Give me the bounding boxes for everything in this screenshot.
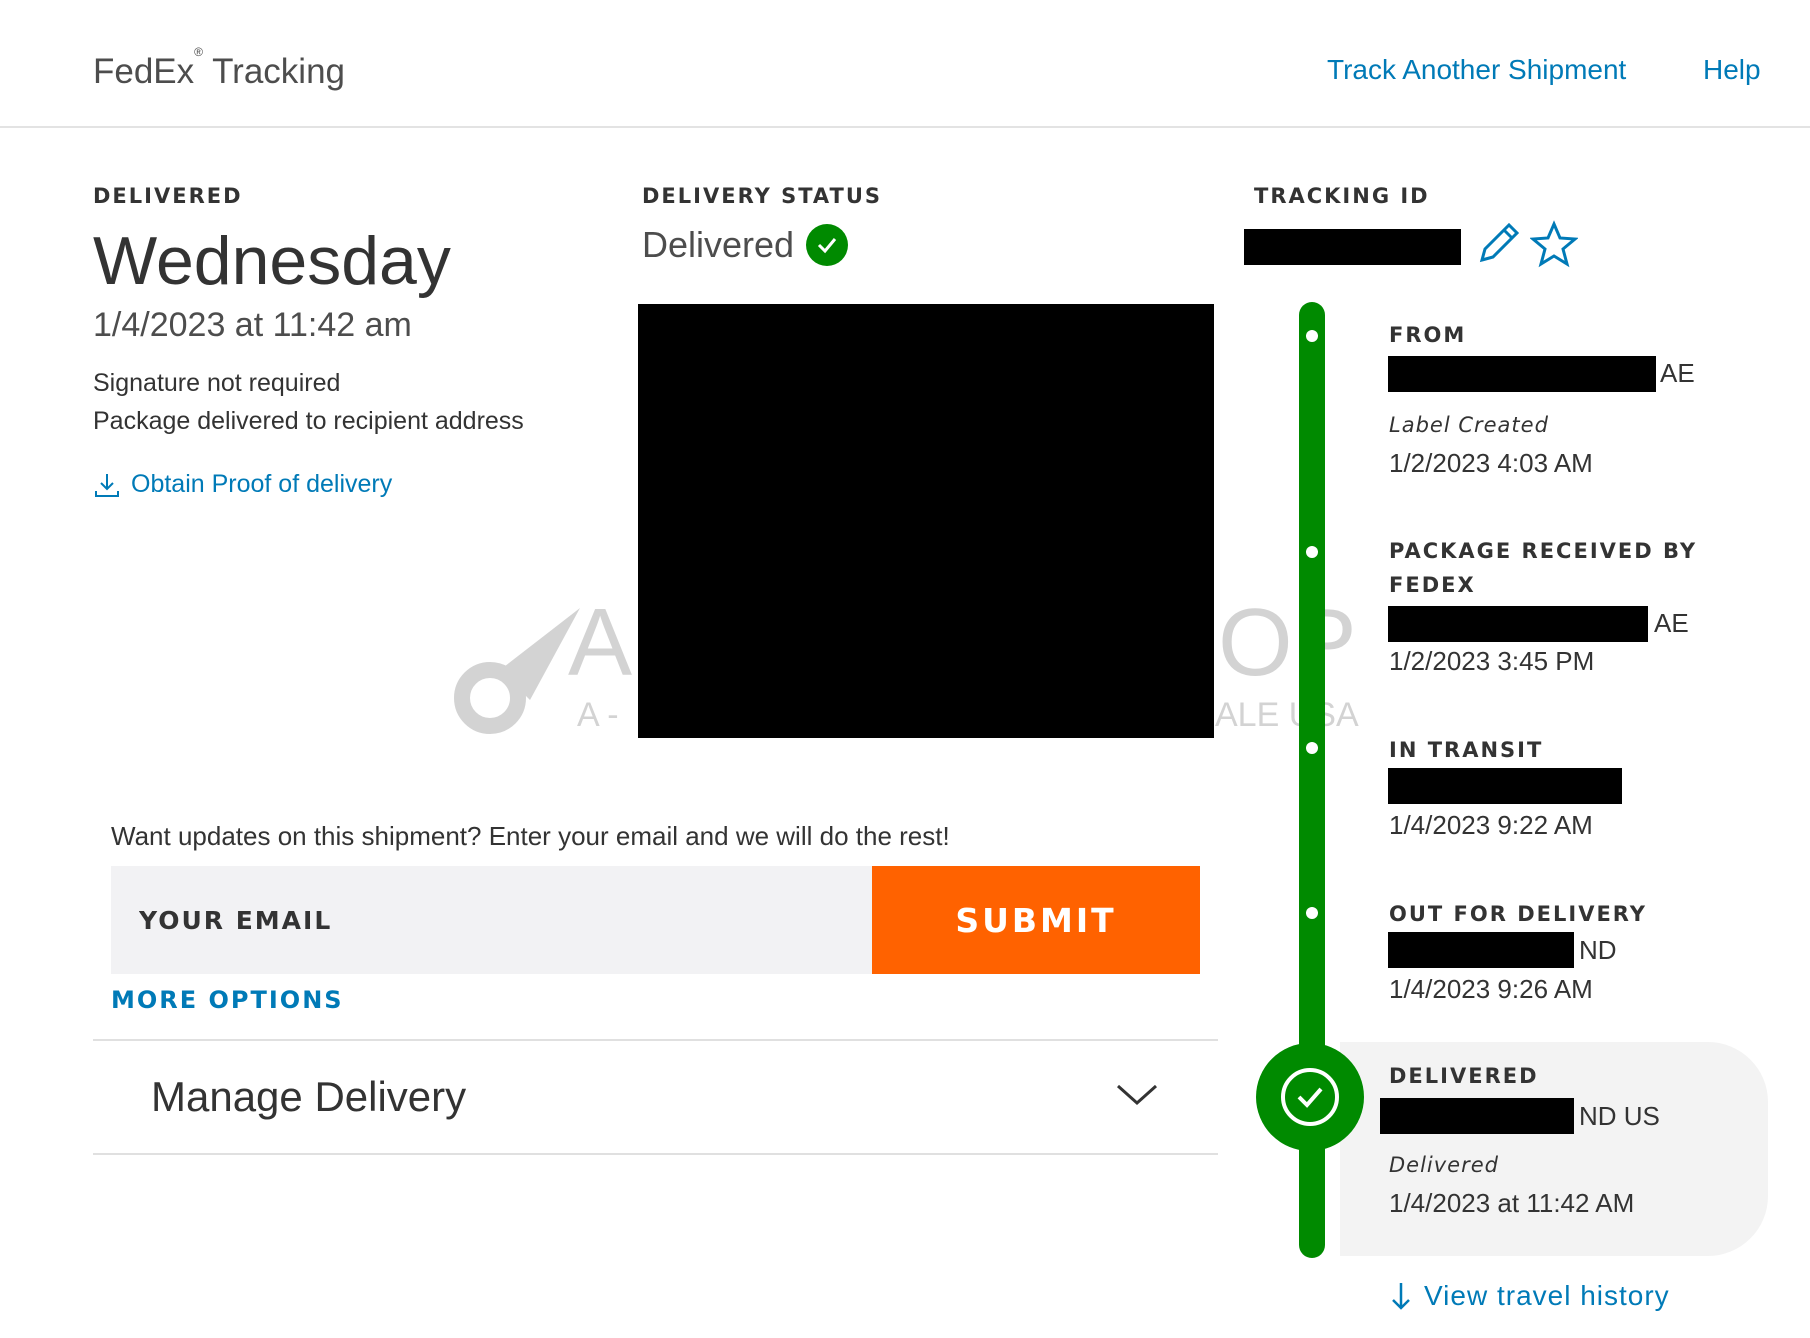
brand-title[interactable]: FedEx® Tracking — [93, 45, 346, 92]
event-status: Delivered — [1389, 1153, 1499, 1177]
email-updates-prompt: Want updates on this shipment? Enter you… — [111, 821, 950, 851]
manage-delivery-accordion[interactable]: Manage Delivery — [93, 1039, 1218, 1155]
brand-suffix: Tracking — [212, 52, 346, 91]
event-title-from: FROM — [1389, 323, 1467, 347]
delivery-status-eyebrow: DELIVERY STATUS — [642, 184, 883, 208]
check-circle-icon — [806, 224, 849, 266]
watermark-subtext-left: A - — [577, 696, 619, 734]
star-icon[interactable] — [1530, 220, 1578, 268]
event-title-received-line2: FEDEX — [1389, 573, 1476, 597]
watermark-text-right: OP — [1218, 589, 1357, 696]
event-title-received-line1: PACKAGE RECEIVED BY — [1389, 539, 1698, 563]
delivered-eyebrow: DELIVERED — [93, 184, 243, 208]
delivery-datetime: 1/4/2023 at 11:42 am — [93, 306, 412, 344]
redacted-location — [1388, 932, 1574, 968]
tracking-id-eyebrow: TRACKING ID — [1254, 184, 1430, 208]
email-input[interactable] — [111, 866, 872, 974]
submit-button[interactable]: SUBMIT — [872, 866, 1200, 974]
event-date: 1/4/2023 at 11:42 AM — [1389, 1188, 1635, 1218]
event-date: 1/4/2023 9:26 AM — [1389, 974, 1593, 1004]
pencil-icon[interactable] — [1474, 218, 1524, 268]
event-title-out-for-delivery: OUT FOR DELIVERY — [1389, 902, 1648, 926]
event-date: 1/2/2023 3:45 PM — [1389, 646, 1595, 676]
redacted-map-image — [638, 304, 1214, 738]
event-title-delivered: DELIVERED — [1389, 1064, 1539, 1088]
delivery-status-value: Delivered — [642, 224, 795, 265]
event-location-suffix: AE — [1654, 608, 1689, 638]
event-status: Label Created — [1389, 413, 1549, 437]
chevron-down-icon — [1116, 1084, 1158, 1106]
event-date: 1/4/2023 9:22 AM — [1389, 810, 1593, 840]
view-travel-history-link[interactable]: View travel history — [1390, 1280, 1670, 1312]
proof-link-label: Obtain Proof of delivery — [131, 470, 393, 498]
redacted-location — [1380, 1098, 1574, 1134]
timeline-dot — [1306, 742, 1318, 754]
delivery-day: Wednesday — [93, 223, 451, 299]
event-title-in-transit: IN TRANSIT — [1389, 738, 1544, 762]
delivered-check-circle-icon — [1256, 1043, 1364, 1151]
email-subscribe-form: SUBMIT — [111, 866, 1200, 974]
timeline-dot — [1306, 907, 1318, 919]
view-travel-history-label: View travel history — [1424, 1280, 1670, 1311]
top-header: FedEx® Tracking Track Another Shipment H… — [0, 0, 1810, 128]
event-location-suffix: AE — [1660, 358, 1695, 388]
timeline-dot — [1306, 330, 1318, 342]
redacted-location — [1388, 606, 1648, 642]
watermark-subtext-right: ALE USA — [1215, 696, 1359, 734]
signature-note: Signature not required — [93, 369, 341, 397]
redacted-location — [1388, 356, 1656, 392]
watermark-text-left: A — [568, 589, 633, 696]
more-options-link[interactable]: MORE OPTIONS — [111, 986, 344, 1014]
obtain-proof-of-delivery-link[interactable]: Obtain Proof of delivery — [93, 470, 392, 499]
arrow-down-icon — [1392, 1283, 1410, 1310]
event-location-suffix: ND US — [1579, 1101, 1660, 1131]
redacted-location — [1388, 768, 1622, 804]
brand-name: FedEx — [93, 52, 195, 91]
delivery-location-note: Package delivered to recipient address — [93, 407, 524, 435]
timeline-dot — [1306, 546, 1318, 558]
track-another-shipment-link[interactable]: Track Another Shipment — [1327, 54, 1626, 86]
event-date: 1/2/2023 4:03 AM — [1389, 448, 1593, 478]
download-icon — [95, 473, 119, 497]
delivery-status: Delivered — [642, 224, 849, 266]
brand-registered-mark: ® — [194, 45, 203, 60]
manage-delivery-label: Manage Delivery — [151, 1073, 467, 1120]
help-link[interactable]: Help — [1703, 54, 1761, 86]
redacted-tracking-id — [1244, 229, 1461, 265]
event-location-suffix: ND — [1579, 935, 1617, 965]
